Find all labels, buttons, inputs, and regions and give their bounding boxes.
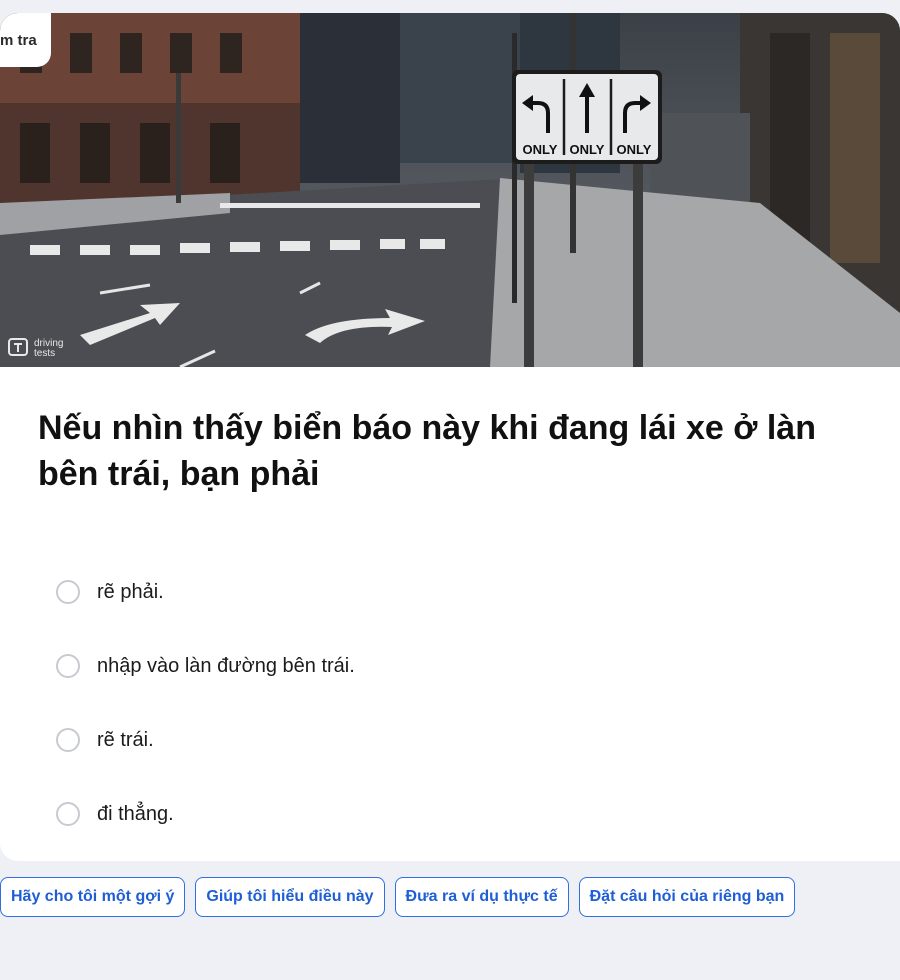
watermark-line2: tests [34, 348, 55, 359]
explain-button[interactable]: Giúp tôi hiểu điều này [195, 877, 385, 917]
answer-option-label: rẽ trái. [97, 728, 154, 751]
real-example-button[interactable]: Đưa ra ví dụ thực tế [394, 877, 569, 917]
hint-button[interactable]: Hãy cho tôi một gợi ý [0, 877, 186, 917]
answer-option[interactable]: nhập vào làn đường bên trái. [56, 629, 355, 703]
answer-option-label: đi thẳng. [97, 802, 174, 825]
radio-button[interactable] [56, 580, 80, 604]
header-badge-text: m tra [0, 31, 37, 49]
answer-option[interactable]: đi thẳng. [56, 777, 355, 851]
question-card: ONLY ONLY ONLY driving tests m tra Nếu n… [0, 13, 900, 861]
sign-label-left: ONLY [523, 142, 558, 157]
question-image: ONLY ONLY ONLY driving tests [0, 13, 900, 367]
answer-option-label: nhập vào làn đường bên trái. [97, 654, 355, 677]
answer-option-label: rẽ phải. [97, 580, 164, 603]
radio-button[interactable] [56, 802, 80, 826]
answer-option[interactable]: rẽ trái. [56, 703, 355, 777]
sign-label-right: ONLY [617, 142, 652, 157]
ask-own-question-button[interactable]: Đặt câu hỏi của riêng bạn [578, 877, 796, 917]
answer-option[interactable]: rẽ phải. [56, 555, 355, 629]
question-text: Nếu nhìn thấy biển báo này khi đang lái … [38, 409, 816, 493]
radio-button[interactable] [56, 728, 80, 752]
header-badge: m tra [0, 13, 51, 67]
sign-label-center: ONLY [570, 142, 605, 157]
radio-button[interactable] [56, 654, 80, 678]
suggestion-chips: Hãy cho tôi một gợi ý Giúp tôi hiểu điều… [0, 877, 796, 917]
answer-options: rẽ phải. nhập vào làn đường bên trái. rẽ… [56, 555, 355, 851]
